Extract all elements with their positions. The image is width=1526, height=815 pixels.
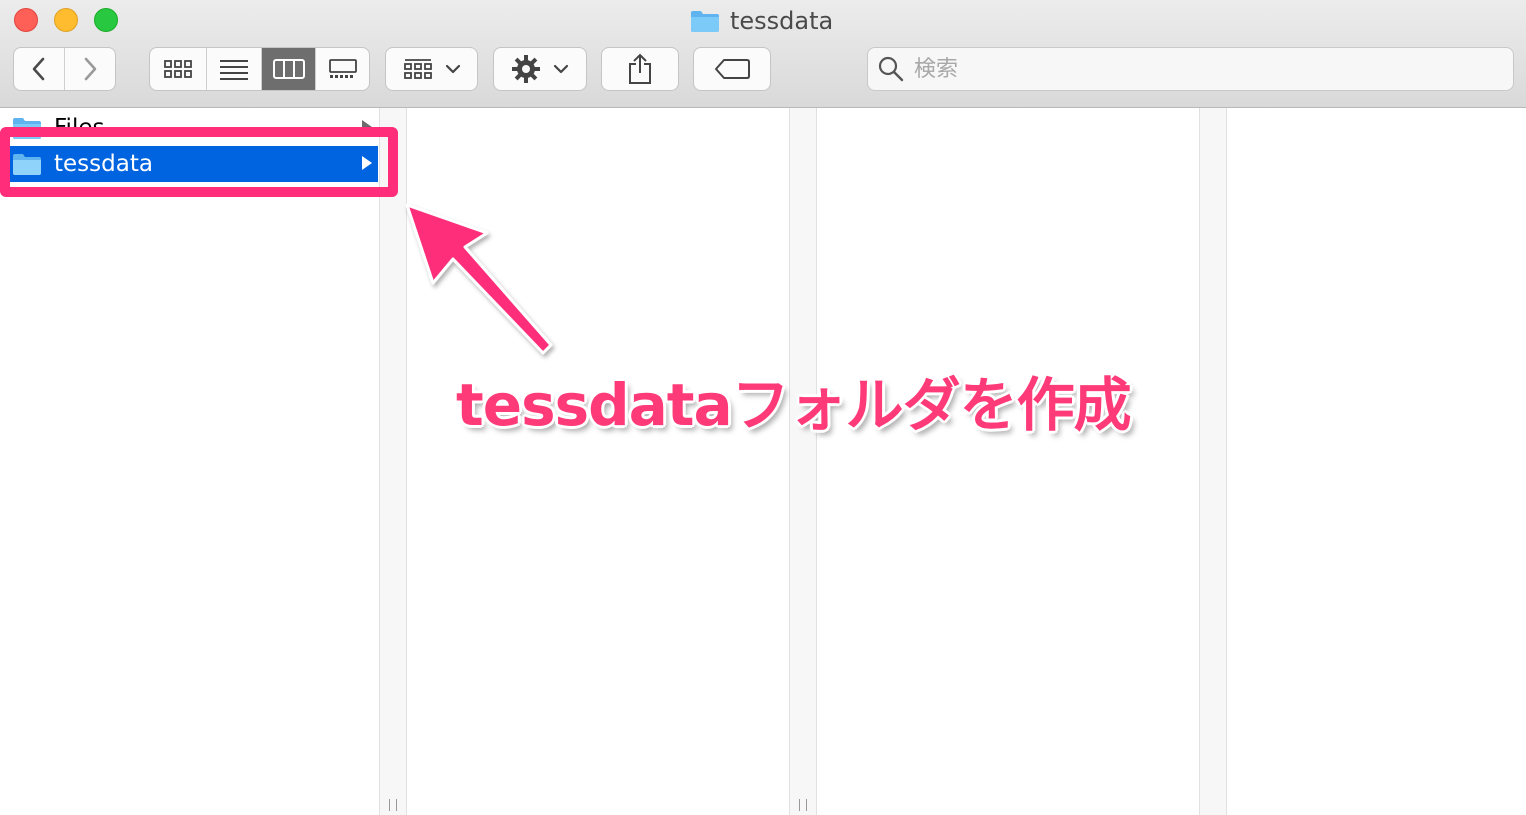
- forward-button[interactable]: [65, 48, 116, 90]
- column-4: [1227, 108, 1526, 815]
- chevron-right-icon: [84, 57, 97, 81]
- column-view-icon: [272, 59, 305, 79]
- window-title-text: tessdata: [730, 7, 834, 35]
- gear-icon: [512, 55, 540, 83]
- group-by-button[interactable]: [385, 47, 478, 91]
- sidebar-item-label: Files: [54, 115, 105, 141]
- chevron-down-icon: [553, 64, 569, 74]
- toolbar: tessdata: [0, 0, 1526, 108]
- disclosure-arrow-icon: [362, 156, 372, 170]
- column-view-button[interactable]: [262, 48, 316, 90]
- window-title: tessdata: [690, 6, 833, 36]
- chevron-down-icon: [445, 64, 460, 74]
- column-3: [817, 108, 1199, 815]
- annotation-arrow-icon: [405, 203, 553, 355]
- group-grid-icon: [403, 59, 432, 79]
- share-button[interactable]: [601, 47, 679, 91]
- close-window-button[interactable]: [14, 8, 38, 32]
- sidebar-item-files[interactable]: Files: [0, 110, 378, 146]
- search-icon: [878, 56, 904, 82]
- column-resize-handle[interactable]: [1199, 108, 1227, 815]
- folder-icon: [691, 11, 719, 32]
- share-icon: [629, 53, 651, 84]
- view-mode-group: [149, 47, 370, 91]
- back-button[interactable]: [14, 48, 65, 90]
- gallery-view-button[interactable]: [316, 48, 369, 90]
- icon-view-button[interactable]: [150, 48, 207, 90]
- folder-icon: [13, 118, 41, 139]
- list-view-button[interactable]: [207, 48, 262, 90]
- search-input[interactable]: [912, 55, 1476, 83]
- tag-button[interactable]: [693, 47, 771, 91]
- column-browser: Files tessdata: [0, 108, 1526, 815]
- finder-window: tessdata 検索 Files tessdata tessdataフォルダを…: [0, 0, 1526, 815]
- tag-icon: [715, 59, 750, 79]
- resize-grip-icon: [389, 799, 397, 811]
- sidebar-item-label: tessdata: [54, 151, 153, 177]
- list-view-icon: [220, 60, 248, 80]
- search-field[interactable]: [867, 47, 1514, 91]
- minimize-window-button[interactable]: [54, 8, 78, 32]
- sidebar-item-tessdata[interactable]: tessdata: [0, 146, 378, 182]
- chevron-left-icon: [32, 57, 45, 81]
- resize-grip-icon: [799, 799, 807, 811]
- zoom-window-button[interactable]: [94, 8, 118, 32]
- gallery-view-icon: [328, 59, 357, 78]
- icon-view-icon: [164, 60, 192, 78]
- column-resize-handle[interactable]: [789, 108, 817, 815]
- folder-icon: [13, 154, 41, 175]
- column-1: Files tessdata: [0, 108, 379, 815]
- nav-button-group: [13, 47, 116, 91]
- action-menu-button[interactable]: [493, 47, 587, 91]
- annotation-text: tessdataフォルダを作成: [456, 371, 1132, 439]
- disclosure-arrow-icon: [362, 120, 372, 134]
